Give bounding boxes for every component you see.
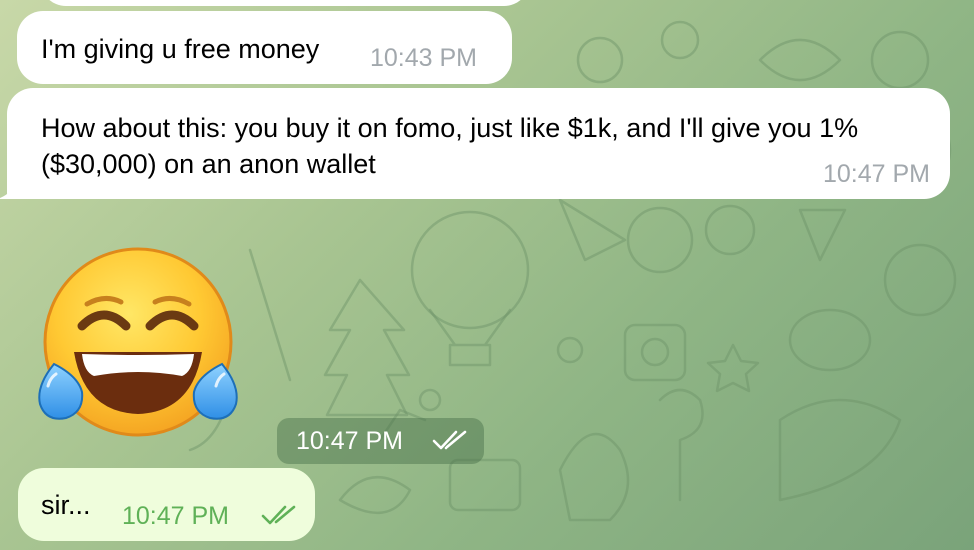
message-timestamp: 10:43 PM [370,44,478,72]
bubble-tail [0,179,19,199]
message-text: I'm giving u free money [41,34,320,64]
face-with-tears-of-joy-sticker[interactable] [32,244,244,440]
read-double-check-icon [432,430,467,450]
previous-message-bubble [40,0,530,6]
message-text: sir... [41,490,91,520]
sticker-timestamp-badge: 10:47 PM [277,418,484,464]
laughing-emoji-icon [38,247,238,437]
message-timestamp: 10:47 PM [822,160,930,188]
incoming-message-bubble[interactable]: I'm giving u free money 10:43 PM [17,11,512,84]
outgoing-message-bubble[interactable]: sir... 10:47 PM [18,468,315,541]
message-text: How about this: you buy it on fomo, just… [41,113,859,179]
message-timestamp: 10:47 PM [122,502,230,530]
message-timestamp: 10:47 PM [296,427,404,455]
incoming-message-bubble[interactable]: How about this: you buy it on fomo, just… [0,88,950,199]
read-double-check-icon [261,505,296,525]
